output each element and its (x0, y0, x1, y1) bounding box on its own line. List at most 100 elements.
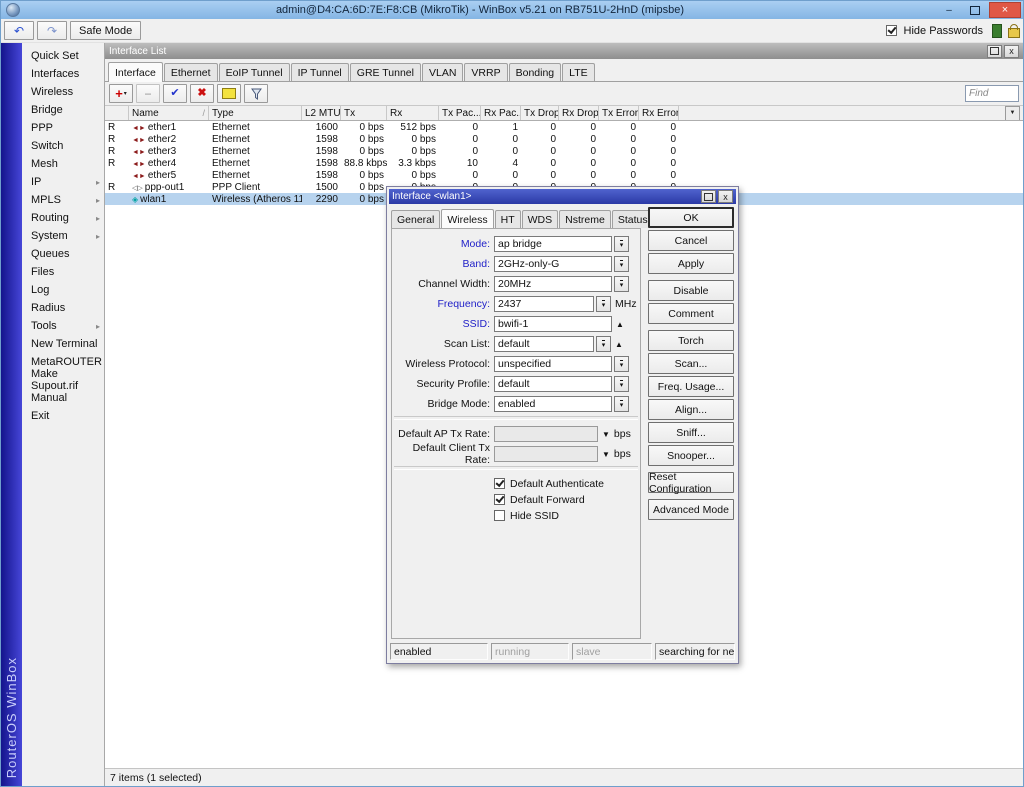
bridge-mode-dropdown-button[interactable]: ▾ (614, 396, 629, 412)
sidebar-item-routing[interactable]: Routing▸ (22, 209, 104, 227)
sidebar-item-mesh[interactable]: Mesh (22, 155, 104, 173)
security-profile-dropdown-button[interactable]: ▾ (614, 376, 629, 392)
default-forward-checkbox[interactable] (494, 494, 505, 505)
ssid-collapse-button[interactable]: ▲ (616, 320, 624, 329)
tab-interface[interactable]: Interface (108, 62, 163, 82)
sidebar-item-interfaces[interactable]: Interfaces (22, 65, 104, 83)
interface-list-titlebar[interactable]: Interface List x (105, 43, 1023, 59)
table-row-ether4[interactable]: R◄►ether4Ethernet159888.8 kbps3.3 kbps10… (105, 157, 1023, 169)
tab-gre-tunnel[interactable]: GRE Tunnel (350, 63, 421, 81)
dialog-tab-ht[interactable]: HT (495, 210, 521, 228)
bridge-mode-input[interactable]: enabled (494, 396, 612, 412)
comment-button[interactable] (217, 84, 241, 103)
hide-passwords-checkbox[interactable] (886, 25, 897, 36)
minimize-button[interactable]: – (937, 3, 961, 17)
torch-button[interactable]: Torch (648, 330, 734, 351)
sidebar-item-ppp[interactable]: PPP (22, 119, 104, 137)
tab-lte[interactable]: LTE (562, 63, 594, 81)
window-titlebar[interactable]: admin@D4:CA:6D:7E:F8:CB (MikroTik) - Win… (1, 1, 1023, 19)
tab-ip-tunnel[interactable]: IP Tunnel (291, 63, 349, 81)
sidebar-item-quick-set[interactable]: Quick Set (22, 47, 104, 65)
redo-button[interactable]: ↷ (37, 21, 67, 40)
sidebar-item-files[interactable]: Files (22, 263, 104, 281)
mode-dropdown-button[interactable]: ▾ (614, 236, 629, 252)
disable-button[interactable]: ✖ (190, 84, 214, 103)
add-button[interactable]: +▾ (109, 84, 133, 103)
scan-list-input[interactable]: default (494, 336, 594, 352)
column-tx-errors[interactable]: Tx Errors (599, 106, 639, 120)
safe-mode-button[interactable]: Safe Mode (70, 21, 141, 40)
sidebar-item-bridge[interactable]: Bridge (22, 101, 104, 119)
table-row-ether2[interactable]: R◄►ether2Ethernet15980 bps0 bps000000 (105, 133, 1023, 145)
freq-usage-button[interactable]: Freq. Usage... (648, 376, 734, 397)
frequency-input[interactable]: 2437 (494, 296, 594, 312)
table-row-ether3[interactable]: R◄►ether3Ethernet15980 bps0 bps000000 (105, 145, 1023, 157)
snooper-button[interactable]: Snooper... (648, 445, 734, 466)
dialog-tab-nstreme[interactable]: Nstreme (559, 210, 611, 228)
close-button[interactable]: × (989, 2, 1021, 18)
tab-bonding[interactable]: Bonding (509, 63, 562, 81)
sidebar-item-system[interactable]: System▸ (22, 227, 104, 245)
dialog-close-button[interactable]: x (718, 190, 733, 203)
find-input[interactable] (965, 85, 1019, 102)
sniff-button[interactable]: Sniff... (648, 422, 734, 443)
tab-vlan[interactable]: VLAN (422, 63, 463, 81)
column-tx-drops[interactable]: Tx Drops (521, 106, 559, 120)
dialog-restore-button[interactable] (701, 190, 716, 203)
cancel-button[interactable]: Cancel (648, 230, 734, 251)
column-selector-button[interactable]: ▼ (1005, 106, 1020, 120)
sidebar-item-log[interactable]: Log (22, 281, 104, 299)
undo-button[interactable]: ↶ (4, 21, 34, 40)
sidebar-item-wireless[interactable]: Wireless (22, 83, 104, 101)
restore-button[interactable] (963, 3, 987, 17)
column-rx-drops[interactable]: Rx Drops (559, 106, 599, 120)
filter-button[interactable] (244, 84, 268, 103)
scan-list-collapse-button[interactable]: ▲ (615, 340, 623, 349)
sidebar-item-mpls[interactable]: MPLS▸ (22, 191, 104, 209)
wireless-protocol-input[interactable]: unspecified (494, 356, 612, 372)
channel-width-input[interactable]: 20MHz (494, 276, 612, 292)
sidebar-item-switch[interactable]: Switch (22, 137, 104, 155)
mode-input[interactable]: ap bridge (494, 236, 612, 252)
advanced-mode-button[interactable]: Advanced Mode (648, 499, 734, 520)
band-input[interactable]: 2GHz-only-G (494, 256, 612, 272)
sidebar-item-tools[interactable]: Tools▸ (22, 317, 104, 335)
column-rx-errors[interactable]: Rx Errors (639, 106, 679, 120)
comment-button[interactable]: Comment (648, 303, 734, 324)
column-l2-mtu[interactable]: L2 MTU (302, 106, 341, 120)
apply-button[interactable]: Apply (648, 253, 734, 274)
sidebar-item-exit[interactable]: Exit (22, 407, 104, 425)
default-authenticate-checkbox[interactable] (494, 478, 505, 489)
sidebar-item-ip[interactable]: IP▸ (22, 173, 104, 191)
column-flag[interactable] (105, 106, 129, 120)
hide-ssid-checkbox[interactable] (494, 510, 505, 521)
tab-ethernet[interactable]: Ethernet (164, 63, 218, 81)
dialog-titlebar[interactable]: Interface <wlan1> x (389, 189, 736, 204)
column-rx[interactable]: Rx (387, 106, 439, 120)
frequency-dropdown-button[interactable]: ▾ (596, 296, 611, 312)
security-profile-input[interactable]: default (494, 376, 612, 392)
tab-vrrp[interactable]: VRRP (464, 63, 507, 81)
dialog-tab-wireless[interactable]: Wireless (441, 209, 493, 229)
sidebar-item-make-supout-rif[interactable]: Make Supout.rif (22, 371, 104, 389)
sidebar-item-radius[interactable]: Radius (22, 299, 104, 317)
dialog-tab-wds[interactable]: WDS (522, 210, 559, 228)
remove-button[interactable]: − (136, 84, 160, 103)
tab-eoip-tunnel[interactable]: EoIP Tunnel (219, 63, 290, 81)
ok-button[interactable]: OK (648, 207, 734, 228)
band-dropdown-button[interactable]: ▾ (614, 256, 629, 272)
dialog-tab-general[interactable]: General (391, 210, 440, 228)
reset-configuration-button[interactable]: Reset Configuration (648, 472, 734, 493)
ssid-input[interactable]: bwifi-1 (494, 316, 612, 332)
channel-width-dropdown-button[interactable]: ▾ (614, 276, 629, 292)
column-tx[interactable]: Tx (341, 106, 387, 120)
enable-button[interactable]: ✔ (163, 84, 187, 103)
column-name[interactable]: Name/ (129, 106, 209, 120)
sidebar-item-queues[interactable]: Queues (22, 245, 104, 263)
column-rx-pac[interactable]: Rx Pac... (481, 106, 521, 120)
wireless-protocol-dropdown-button[interactable]: ▾ (614, 356, 629, 372)
table-row-ether1[interactable]: R◄►ether1Ethernet16000 bps512 bps010000 (105, 121, 1023, 133)
scan-list-dropdown-button[interactable]: ▾ (596, 336, 611, 352)
sidebar-item-new-terminal[interactable]: New Terminal (22, 335, 104, 353)
scan-button[interactable]: Scan... (648, 353, 734, 374)
